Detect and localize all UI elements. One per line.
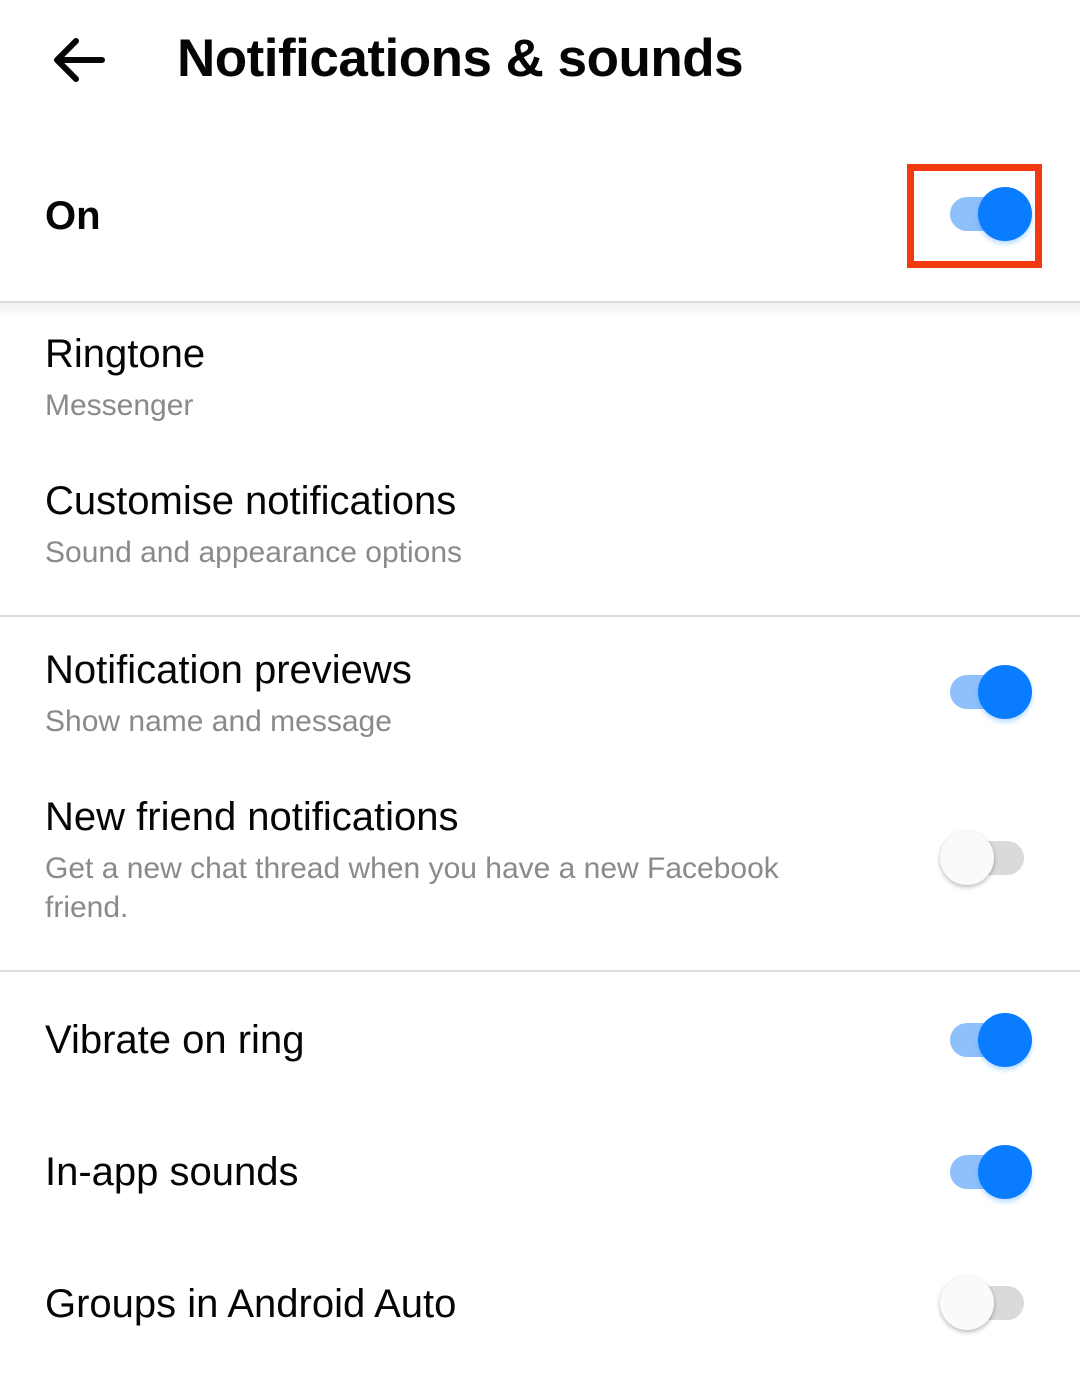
toggle-thumb xyxy=(940,1276,994,1330)
row-subtitle: Messenger xyxy=(45,389,194,422)
row-title: Customise notifications xyxy=(45,479,457,523)
notification-previews-row[interactable]: Notification previews Show name and mess… xyxy=(0,634,1080,774)
toggle-thumb xyxy=(978,1145,1032,1199)
app-bar: Notifications & sounds xyxy=(0,0,1080,120)
new-friend-notifications-toggle[interactable] xyxy=(940,828,1030,888)
new-friend-notifications-row[interactable]: New friend notifications Get a new chat … xyxy=(0,781,1080,961)
ringtone-row[interactable]: Ringtone Messenger xyxy=(0,318,1080,458)
back-button[interactable] xyxy=(40,30,116,90)
toggle-thumb xyxy=(978,1013,1032,1067)
header-shadow xyxy=(0,303,1080,317)
groups-in-android-auto-toggle[interactable] xyxy=(940,1273,1030,1333)
toggle-thumb xyxy=(978,665,1032,719)
row-title: New friend notifications xyxy=(45,795,459,839)
in-app-sounds-toggle[interactable] xyxy=(944,1142,1034,1202)
row-title: Ringtone xyxy=(45,332,206,376)
row-title: In-app sounds xyxy=(45,1150,299,1194)
in-app-sounds-row[interactable]: In-app sounds xyxy=(0,1122,1080,1232)
toggle-thumb xyxy=(978,187,1032,241)
groups-in-android-auto-row[interactable]: Groups in Android Auto xyxy=(0,1254,1080,1364)
row-title: Notification previews xyxy=(45,648,412,692)
row-subtitle: Show name and message xyxy=(45,705,392,738)
page-title: Notifications & sounds xyxy=(177,29,744,88)
row-title: Vibrate on ring xyxy=(45,1018,305,1062)
row-subtitle: Get a new chat thread when you have a ne… xyxy=(45,852,779,924)
toggle-thumb xyxy=(940,831,994,885)
row-subtitle: Sound and appearance options xyxy=(45,536,463,569)
master-notifications-row[interactable]: On xyxy=(0,140,1080,300)
notification-previews-toggle[interactable] xyxy=(944,662,1034,722)
section-divider xyxy=(0,615,1080,617)
master-toggle-label: On xyxy=(45,194,101,238)
customise-notifications-row[interactable]: Customise notifications Sound and appear… xyxy=(0,465,1080,605)
vibrate-on-ring-toggle[interactable] xyxy=(944,1010,1034,1070)
section-divider xyxy=(0,970,1080,972)
row-title: Groups in Android Auto xyxy=(45,1282,457,1326)
arrow-left-icon xyxy=(54,38,105,82)
vibrate-on-ring-row[interactable]: Vibrate on ring xyxy=(0,990,1080,1100)
master-notifications-toggle[interactable] xyxy=(944,184,1034,244)
